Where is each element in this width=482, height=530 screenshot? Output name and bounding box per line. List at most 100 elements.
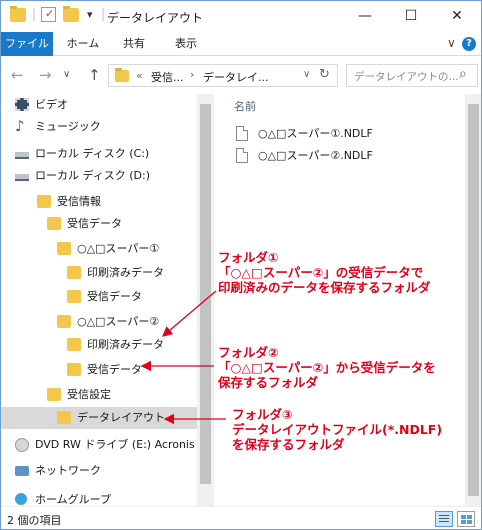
nav-item[interactable]: DVD RW ドライブ (E:) Acronis: [1, 434, 197, 456]
tab-view[interactable]: 表示: [169, 32, 203, 56]
file-name: ○△□スーパー①.NDLF: [258, 127, 373, 140]
content-scrollbar-thumb[interactable]: [468, 104, 479, 496]
nav-item-label: ○△□スーパー②: [77, 315, 160, 328]
nav-item[interactable]: データレイアウト: [1, 407, 197, 429]
nav-item[interactable]: 受信情報: [1, 191, 197, 213]
annotation-folder-3: フォルダ③ データレイアウトファイル(*.NDLF) を保存するフォルダ: [232, 407, 442, 452]
nav-item[interactable]: 受信設定: [1, 384, 197, 406]
window-title: データレイアウト: [107, 11, 204, 25]
video-icon: [15, 98, 29, 111]
content-scrollbar[interactable]: [465, 94, 481, 506]
folder-icon: [67, 266, 81, 279]
nav-item[interactable]: 印刷済みデータ: [1, 334, 197, 356]
folder-icon: [10, 6, 26, 22]
column-header-name[interactable]: 名前: [234, 98, 256, 114]
new-folder-icon[interactable]: [63, 6, 79, 22]
folder-icon: [47, 217, 61, 230]
breadcrumb-separator: ›: [190, 68, 195, 81]
nav-item[interactable]: 受信データ: [1, 359, 197, 381]
breadcrumb-data-layout[interactable]: データレイ...: [203, 69, 269, 85]
nav-item[interactable]: ローカル ディスク (C:): [1, 143, 197, 165]
nav-item-label: 印刷済みデータ: [87, 338, 164, 351]
network-icon: [15, 466, 29, 476]
nav-scrollbar-thumb[interactable]: [200, 104, 211, 484]
back-button[interactable]: ←: [11, 66, 24, 84]
file-icon: [236, 148, 248, 163]
qa-separator: |: [101, 7, 106, 21]
minimize-button[interactable]: —: [342, 1, 388, 32]
nav-item-label: 受信データ: [67, 217, 122, 230]
nav-item-label: 受信データ: [87, 363, 142, 376]
nav-item-label: 受信設定: [67, 388, 111, 401]
nav-item[interactable]: ○△□スーパー①: [1, 238, 197, 260]
nav-item-label: DVD RW ドライブ (E:) Acronis: [35, 438, 195, 451]
nav-item[interactable]: ネットワーク: [1, 460, 197, 482]
annotation-line: フォルダ①: [218, 250, 279, 265]
nav-item[interactable]: ローカル ディスク (D:): [1, 165, 197, 187]
navigation-pane: ビデオ ♪ ミュージックローカル ディスク (C:) ローカル ディスク (D:) 受信…: [1, 94, 214, 506]
folder-icon: [57, 315, 71, 328]
nav-item[interactable]: 受信データ: [1, 213, 197, 235]
nav-item[interactable]: ホームグループ: [1, 489, 197, 506]
annotation-line: フォルダ③: [232, 407, 293, 422]
status-bar: 2 個の項目: [1, 506, 481, 529]
annotation-line: 「○△□スーパー②」から受信データを: [218, 360, 436, 375]
nav-item-label: ローカル ディスク (D:): [35, 169, 150, 182]
nav-item[interactable]: ビデオ: [1, 94, 197, 116]
folder-icon: [67, 338, 81, 351]
search-box[interactable]: データレイアウトの... ⌕: [346, 64, 478, 87]
nav-item[interactable]: 受信データ: [1, 286, 197, 308]
breadcrumb-receive-info[interactable]: 受信...: [151, 69, 184, 85]
forward-button[interactable]: →: [39, 66, 52, 84]
annotation-folder-2: フォルダ② 「○△□スーパー②」から受信データを 保存するフォルダ: [218, 345, 436, 390]
annotation-folder-1: フォルダ① 「○△□スーパー②」の受信データで 印刷済みのデータを保存するフォル…: [218, 250, 431, 295]
annotation-line: 印刷済みのデータを保存するフォルダ: [218, 280, 431, 295]
nav-item-label: ホームグループ: [35, 493, 112, 506]
help-icon[interactable]: ?: [462, 37, 476, 51]
dvd-icon: [15, 438, 29, 452]
qa-dropdown-icon[interactable]: ▾: [87, 8, 93, 21]
file-name: ○△□スーパー②.NDLF: [258, 149, 373, 162]
drive-icon: [15, 152, 29, 159]
folder-icon: [57, 242, 71, 255]
tab-home[interactable]: ホーム: [63, 32, 103, 56]
nav-item-label: 印刷済みデータ: [87, 266, 164, 279]
address-row: ← → ∨ ↑ « 受信... › データレイ... ∨ ↻ データレイアウトの…: [1, 56, 481, 94]
maximize-button[interactable]: ☐: [388, 1, 434, 32]
annotation-line: 保存するフォルダ: [218, 375, 319, 390]
refresh-icon[interactable]: ↻: [319, 67, 330, 82]
address-overflow-icon[interactable]: «: [136, 69, 143, 82]
nav-item-label: 受信データ: [87, 290, 142, 303]
tab-share[interactable]: 共有: [117, 32, 151, 56]
address-dropdown-icon[interactable]: ∨: [303, 69, 310, 80]
tab-file[interactable]: ファイル: [1, 32, 53, 56]
ribbon-expand-icon[interactable]: ∨: [447, 36, 456, 50]
nav-item[interactable]: ○△□スーパー②: [1, 311, 197, 333]
nav-item-label: ○△□スーパー①: [77, 242, 160, 255]
address-bar[interactable]: « 受信... › データレイ... ∨ ↻: [108, 64, 338, 87]
annotation-line: データレイアウトファイル(*.NDLF): [232, 422, 443, 437]
search-icon[interactable]: ⌕: [459, 66, 467, 82]
details-view-icon[interactable]: [435, 511, 453, 527]
folder-icon: [37, 195, 51, 208]
nav-item-label: データレイアウト: [77, 411, 165, 424]
item-count: 2 個の項目: [7, 514, 62, 527]
drive-icon: [15, 174, 29, 181]
recent-locations-icon[interactable]: ∨: [63, 69, 70, 80]
search-placeholder: データレイアウトの...: [354, 71, 459, 83]
nav-scrollbar[interactable]: [197, 94, 214, 506]
large-icons-view-icon[interactable]: [457, 511, 475, 527]
nav-item-label: ミュージック: [35, 120, 101, 133]
up-button[interactable]: ↑: [88, 66, 101, 84]
title-bar: | ✓ ▾ | データレイアウト — ☐ ✕: [1, 1, 481, 32]
qa-separator: |: [32, 7, 37, 21]
music-icon: ♪: [15, 117, 25, 135]
nav-item[interactable]: 印刷済みデータ: [1, 262, 197, 284]
nav-item[interactable]: ♪ ミュージック: [1, 116, 197, 138]
close-button[interactable]: ✕: [434, 1, 480, 32]
folder-icon: [67, 290, 81, 303]
homegroup-icon: [15, 493, 27, 505]
properties-icon[interactable]: ✓: [41, 7, 56, 22]
nav-item-label: ローカル ディスク (C:): [35, 147, 150, 160]
annotation-line: を保存するフォルダ: [232, 437, 345, 452]
